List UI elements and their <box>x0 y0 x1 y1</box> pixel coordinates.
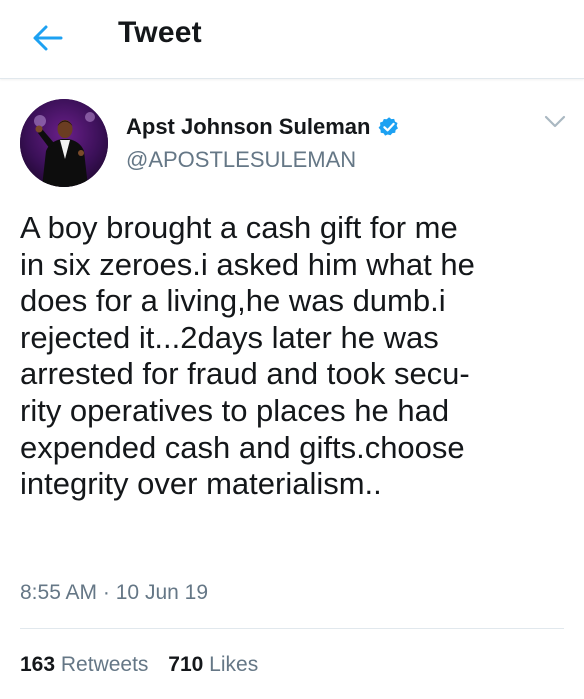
chevron-down-icon <box>544 115 566 128</box>
meta-separator: · <box>102 581 110 604</box>
avatar[interactable] <box>20 99 108 187</box>
arrow-left-icon <box>33 25 63 51</box>
retweets-stat[interactable]: 163 Retweets <box>20 653 148 676</box>
tweet-menu-button[interactable] <box>541 112 569 132</box>
verified-badge-icon <box>379 117 399 136</box>
author-name[interactable]: Apst Johnson Suleman <box>126 114 400 140</box>
top-app-bar: Tweet <box>0 0 584 79</box>
page-title: Tweet <box>118 16 202 49</box>
retweets-label: Retweets <box>60 653 149 676</box>
tweet-timestamp[interactable]: 8:55 AM · 10 Jun 19 <box>20 581 208 605</box>
avatar-photo <box>20 99 108 187</box>
tweet-date: 10 Jun 19 <box>115 581 208 604</box>
tweet-time: 8:55 AM <box>20 581 98 604</box>
divider <box>20 628 564 629</box>
retweets-count: 163 <box>20 653 56 676</box>
likes-stat[interactable]: 710 Likes <box>168 653 258 676</box>
tweet-stats: 163 Retweets 710 Likes <box>20 653 272 677</box>
author-name-text: Apst Johnson Suleman <box>126 114 371 139</box>
author-handle[interactable]: @APOSTLESULEMAN <box>126 147 356 173</box>
likes-label: Likes <box>209 653 259 676</box>
likes-count: 710 <box>168 653 204 676</box>
back-button[interactable] <box>28 20 68 56</box>
tweet-body: A boy brought a cash gift for me in six … <box>20 210 475 502</box>
